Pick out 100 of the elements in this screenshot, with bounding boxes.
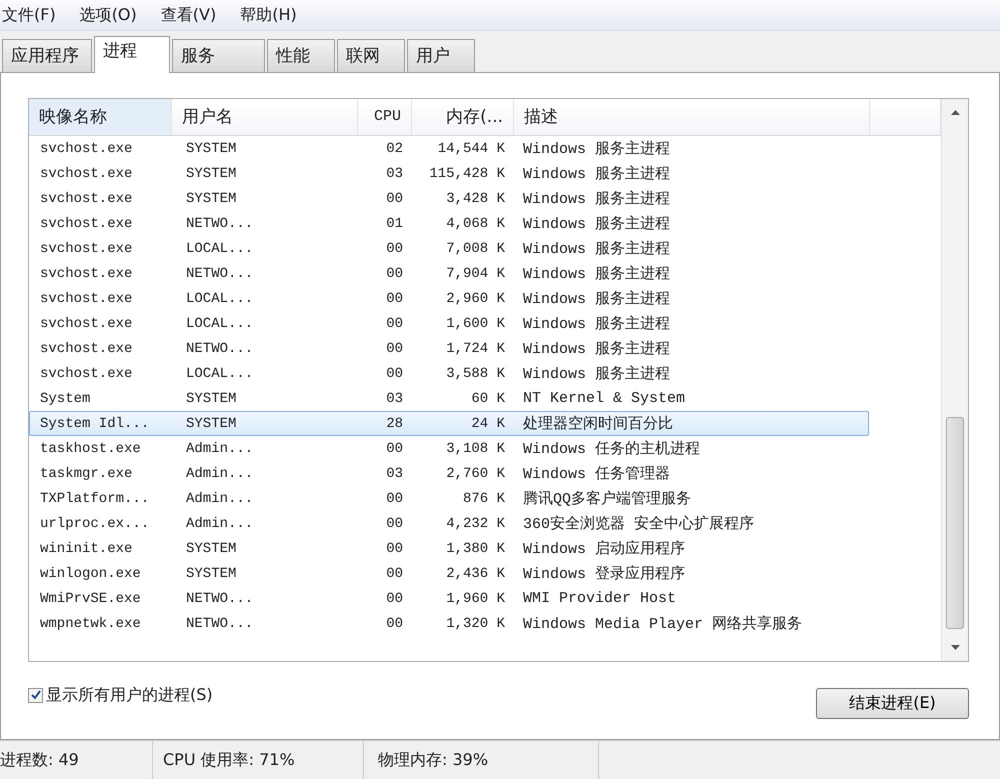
status-text: 物理内存: 39% <box>364 741 599 779</box>
table-cell-text: 360安全浏览器 安全中心扩展程序 <box>522 514 756 533</box>
table-cell-text: 00 <box>385 290 404 306</box>
table-cell-text: SYSTEM <box>185 140 238 156</box>
table-cell-text: 4,232 K <box>445 516 506 532</box>
table-cell-text: SYSTEM <box>185 416 238 432</box>
table-cell-text: System Idl... <box>39 416 150 432</box>
table-cell-text: 00 <box>385 566 404 582</box>
table-cell-text: urlproc.ex... <box>39 516 150 532</box>
table-cell-text: Windows 服务主进程 <box>522 239 672 258</box>
tab[interactable]: 应用程序 <box>2 39 92 72</box>
table-cell-text: 00 <box>385 440 404 456</box>
table-cell-text: Windows 服务主进程 <box>522 214 672 233</box>
table-cell-text: 00 <box>385 366 404 382</box>
table-cell-text: LOCAL... <box>185 316 254 332</box>
table-cell-text: Admin... <box>185 490 254 506</box>
table-cell-text: wmpnetwk.exe <box>39 616 142 632</box>
table-cell-text: Windows 服务主进程 <box>522 364 672 383</box>
table-cell-text: SYSTEM <box>185 190 238 206</box>
table-cell-text: 3,108 K <box>445 440 506 456</box>
column-header[interactable]: 描述 <box>514 99 870 135</box>
table-cell-text: 1,320 K <box>445 616 506 632</box>
menu-item[interactable]: 查看(V) <box>158 4 238 26</box>
table-cell-text: svchost.exe <box>39 240 134 256</box>
table-cell-text: NETWO... <box>185 216 254 232</box>
table-cell-text: LOCAL... <box>185 290 254 306</box>
selected-row-highlight[interactable]: System Idl... SYSTEM 28 24 K 处理器空闲时间百分比 <box>29 411 869 436</box>
table-cell-text: 00 <box>385 190 404 206</box>
table-cell-text: 00 <box>385 266 404 282</box>
table-cell-text: 2,960 K <box>445 290 506 306</box>
table-cell-text: svchost.exe <box>39 266 134 282</box>
column-header[interactable]: CPU <box>358 99 412 135</box>
checkbox-label[interactable]: 显示所有用户的进程(S) <box>46 684 213 706</box>
table-cell-text: Windows 任务的主机进程 <box>522 439 702 458</box>
checkbox[interactable] <box>28 688 43 702</box>
column-header[interactable]: 映像名称 <box>29 99 172 135</box>
table-cell-text: 腾讯QQ多客户端管理服务 <box>522 489 692 508</box>
table-cell-text: 1,600 K <box>445 316 506 332</box>
table-cell-text: svchost.exe <box>39 366 134 382</box>
menu-item[interactable]: 选项(O) <box>78 4 159 26</box>
table-cell-text: LOCAL... <box>185 240 254 256</box>
menu-item[interactable]: 文件(F) <box>0 4 78 26</box>
column-header[interactable]: 内存(... <box>412 99 514 135</box>
table-cell-text: System <box>39 390 92 406</box>
tab[interactable]: 用户 <box>407 39 475 72</box>
table-cell-text: 1,960 K <box>445 590 506 606</box>
table-cell-text: svchost.exe <box>39 190 134 206</box>
table-cell-text: Windows 任务管理器 <box>522 465 672 483</box>
table-cell-text: 1,724 K <box>445 340 506 356</box>
table-cell-text: 00 <box>385 616 404 632</box>
table-cell-text: Windows 服务主进程 <box>522 164 672 183</box>
tab[interactable]: 性能 <box>267 39 335 72</box>
table-cell-text: 00 <box>385 316 404 332</box>
table-cell-text: taskmgr.exe <box>39 466 134 482</box>
scrollbar[interactable] <box>941 99 968 661</box>
table-cell-text: Windows 启动应用程序 <box>522 539 686 558</box>
table-cell-text: 00 <box>385 490 404 506</box>
table-cell-text: SYSTEM <box>185 390 238 406</box>
table-cell-text: 4,068 K <box>445 216 506 232</box>
table-cell-text: Windows 服务主进程 <box>522 339 672 358</box>
table-cell-text: wininit.exe <box>39 540 134 556</box>
table-cell-text: 7,008 K <box>445 240 506 256</box>
scroll-thumb[interactable] <box>946 417 964 629</box>
table-cell-text: 876 K <box>462 490 506 506</box>
table-cell-text: Admin... <box>185 516 254 532</box>
table-cell-text: 03 <box>385 466 404 482</box>
menu-item[interactable]: 帮助(H) <box>238 4 319 26</box>
table-cell-text: 03 <box>385 390 404 406</box>
table-cell-text: Admin... <box>185 466 254 482</box>
table-cell-text: svchost.exe <box>39 316 134 332</box>
table-cell-text: winlogon.exe <box>39 566 142 582</box>
table-cell-text: taskhost.exe <box>39 440 142 456</box>
table-cell-text: Admin... <box>185 440 254 456</box>
status-text: 进程数: 49 <box>0 741 153 779</box>
table-cell-text: Windows 服务主进程 <box>522 289 672 308</box>
table-cell-text: svchost.exe <box>39 340 134 356</box>
column-header[interactable]: 用户名 <box>172 99 358 135</box>
table-cell-text: NT Kernel & System <box>522 390 686 407</box>
table-cell-text: TXPlatform... <box>39 490 150 506</box>
tab[interactable]: 进程 <box>94 36 170 73</box>
table-cell-text: NETWO... <box>185 340 254 356</box>
table-cell-text: Windows 服务主进程 <box>522 189 672 208</box>
table-cell-text: 00 <box>385 340 404 356</box>
tab[interactable]: 联网 <box>337 39 405 72</box>
table-cell-text: 3,428 K <box>445 190 506 206</box>
table-cell-text: 00 <box>385 240 404 256</box>
table-cell-text: 03 <box>385 166 404 182</box>
table-cell-text: 00 <box>385 590 404 606</box>
table-cell-text: 02 <box>385 140 404 156</box>
tab[interactable]: 服务 <box>172 39 265 72</box>
table-cell-text: Windows 服务主进程 <box>522 314 672 333</box>
table-cell-text: 01 <box>385 216 404 232</box>
table-cell-text: 2,760 K <box>445 466 506 482</box>
table-cell-text: 00 <box>385 540 404 556</box>
table-cell-text: Windows 登录应用程序 <box>522 564 686 583</box>
table-cell-text: svchost.exe <box>39 290 134 306</box>
table-cell-text: svchost.exe <box>39 166 134 182</box>
table-cell-text: 28 <box>385 416 404 432</box>
end-process-button[interactable]: 结束进程(E) <box>816 688 969 718</box>
table-cell-text: 14,544 K <box>436 140 506 156</box>
